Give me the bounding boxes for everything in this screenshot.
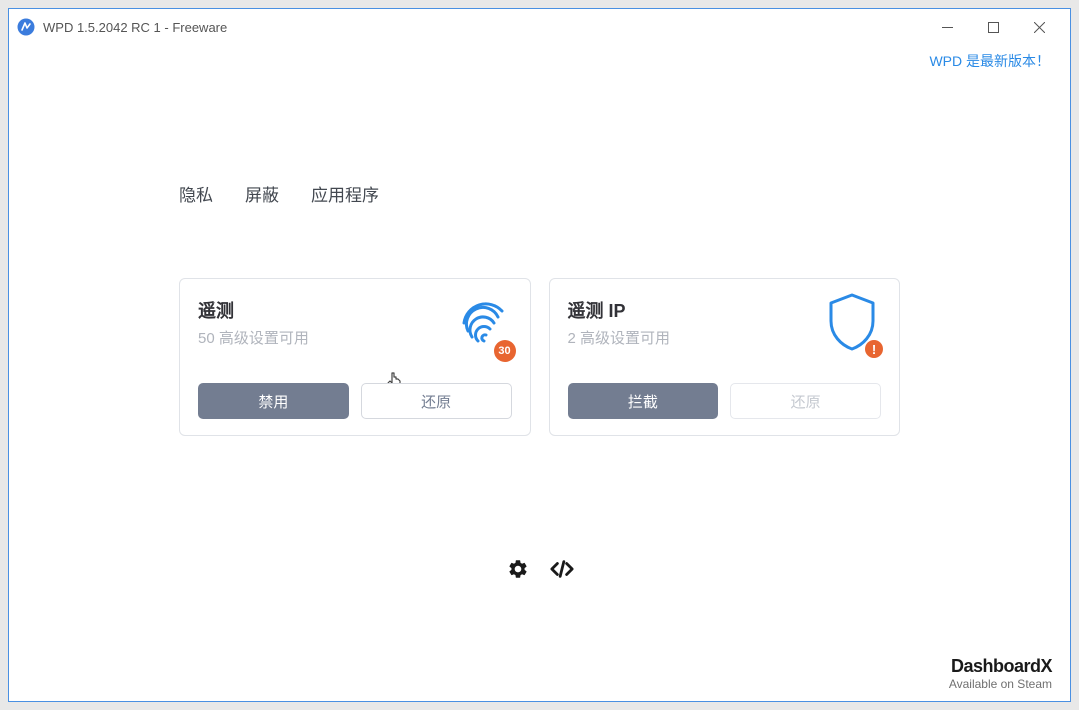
- disable-button[interactable]: 禁用: [198, 383, 349, 419]
- footer-brand[interactable]: DashboardX Available on Steam: [949, 656, 1052, 691]
- card-telemetry[interactable]: 遥测 50 高级设置可用 30: [179, 278, 531, 436]
- badge-alert: !: [865, 340, 883, 358]
- brand-name: DashboardX: [949, 656, 1052, 677]
- fingerprint-icon: 30: [454, 291, 512, 358]
- brand-subtitle: Available on Steam: [949, 677, 1052, 691]
- minimize-button[interactable]: [924, 12, 970, 42]
- card-buttons: 拦截 还原: [568, 383, 882, 419]
- card-row: 遥测 50 高级设置可用 30: [179, 278, 900, 436]
- app-icon: [17, 18, 35, 36]
- card-buttons: 禁用 还原: [198, 383, 512, 419]
- block-button[interactable]: 拦截: [568, 383, 719, 419]
- tab-blocker[interactable]: 屏蔽: [245, 181, 279, 206]
- close-button[interactable]: [1016, 12, 1062, 42]
- shield-icon: !: [823, 291, 881, 360]
- revert-button: 还原: [730, 383, 881, 419]
- window-title: WPD 1.5.2042 RC 1 - Freeware: [43, 20, 924, 35]
- card-telemetry-ip[interactable]: 遥测 IP 2 高级设置可用 ! 拦截 还原: [549, 278, 901, 436]
- maximize-button[interactable]: [970, 12, 1016, 42]
- window-controls: [924, 12, 1062, 42]
- tab-bar: 隐私 屏蔽 应用程序: [179, 181, 900, 206]
- app-window: WPD 1.5.2042 RC 1 - Freeware WPD 是最新版本！ …: [8, 8, 1071, 702]
- tab-privacy[interactable]: 隐私: [179, 181, 213, 206]
- badge-count: 30: [494, 340, 516, 362]
- update-banner[interactable]: WPD 是最新版本！: [9, 45, 1070, 71]
- titlebar: WPD 1.5.2042 RC 1 - Freeware: [9, 9, 1070, 45]
- tab-apps[interactable]: 应用程序: [311, 181, 379, 206]
- bottom-toolbar: [506, 557, 574, 581]
- content-area: 隐私 屏蔽 应用程序 遥测 50 高级设置可用: [9, 71, 1070, 701]
- revert-button[interactable]: 还原: [361, 383, 512, 419]
- gear-icon[interactable]: [506, 557, 530, 581]
- code-icon[interactable]: [550, 557, 574, 581]
